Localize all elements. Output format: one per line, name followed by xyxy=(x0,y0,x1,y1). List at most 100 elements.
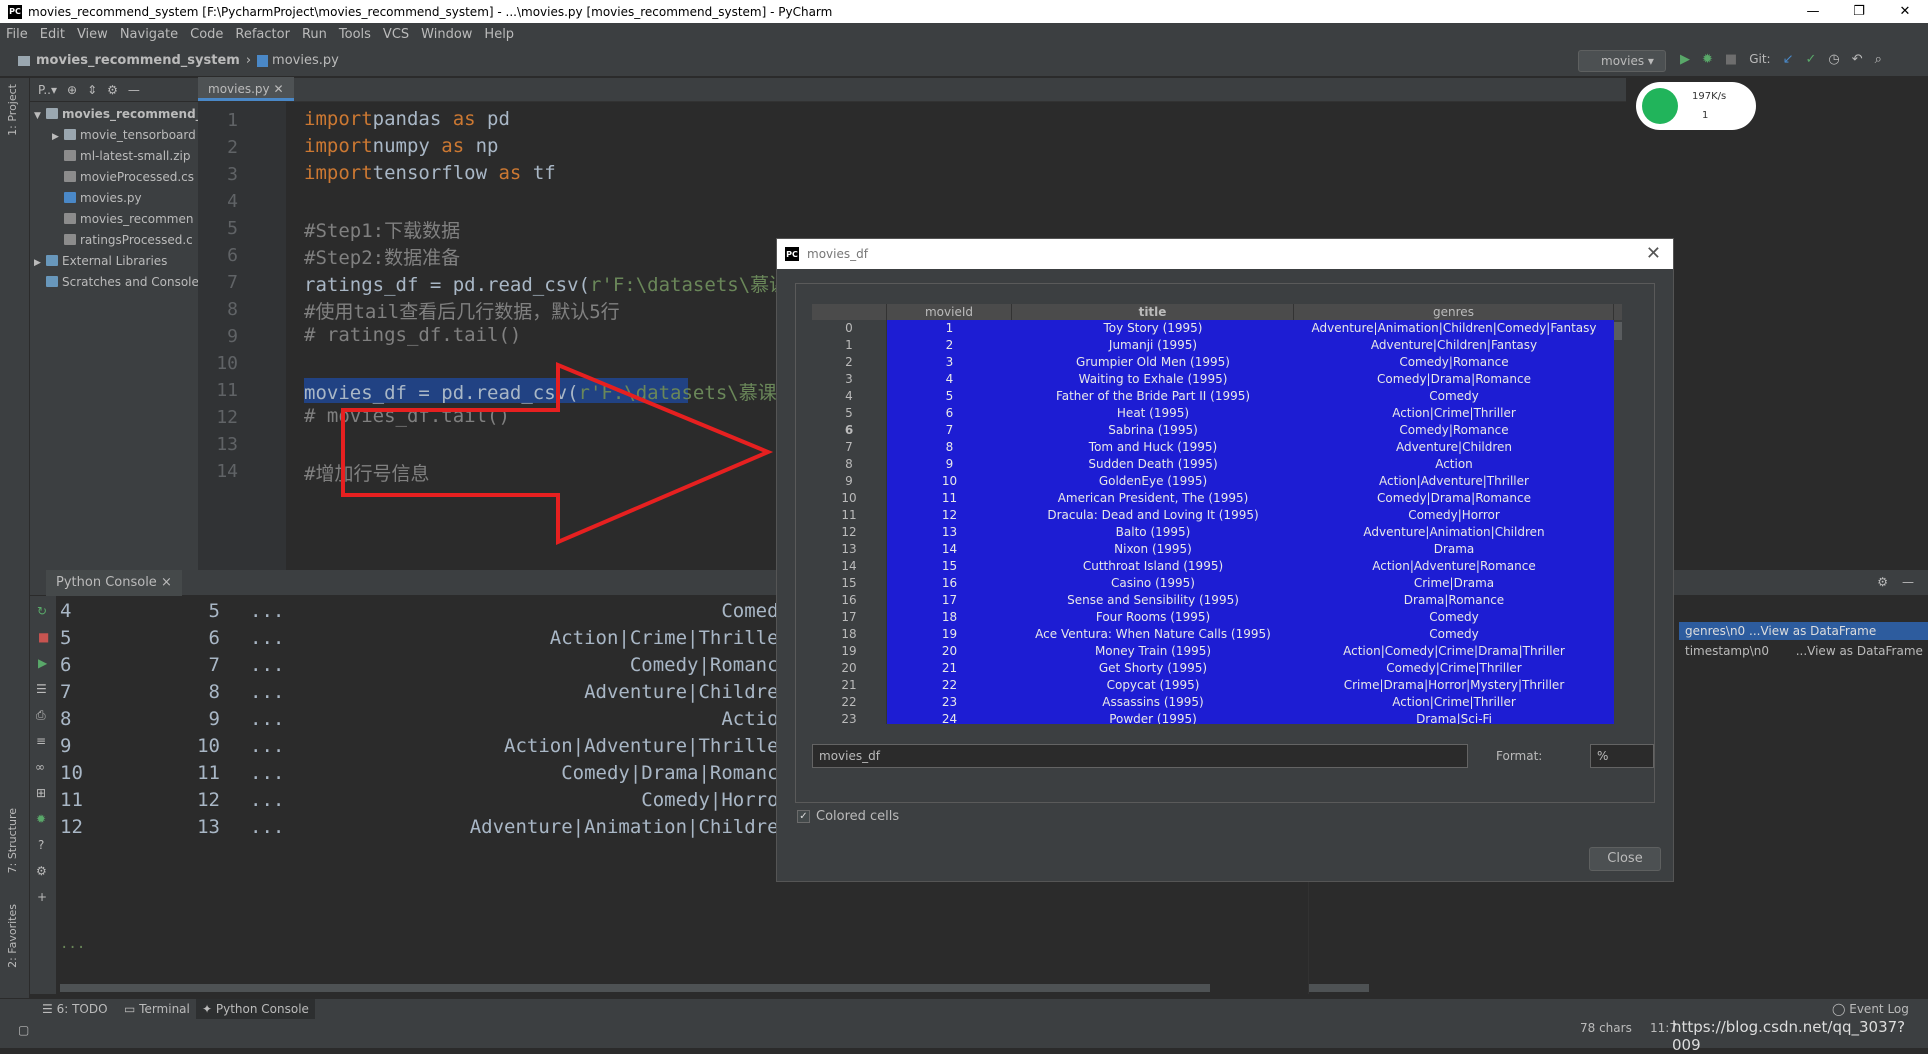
cell-title[interactable]: Get Shorty (1995) xyxy=(1012,660,1294,677)
table-row[interactable]: 16 17 Sense and Sensibility (1995) Drama|Ro… xyxy=(812,592,1622,609)
tree-item[interactable]: movies.py xyxy=(30,188,198,209)
menu-file[interactable]: File xyxy=(6,27,28,42)
table-row[interactable]: 1 2 Jumanji (1995) Adventure|Children|Fanta… xyxy=(812,337,1622,354)
cell-movieid[interactable]: 18 xyxy=(887,609,1012,626)
table-row[interactable]: 10 11 American President, The (1995) Comedy… xyxy=(812,490,1622,507)
table-row[interactable]: 22 23 Assassins (1995) Action|Crime|Thrille… xyxy=(812,694,1622,711)
close-window-icon[interactable]: ✕ xyxy=(1882,0,1928,23)
tree-item[interactable]: Scratches and Console xyxy=(30,272,198,293)
chevron-down-icon[interactable]: ▼ xyxy=(34,106,46,125)
close-icon[interactable]: ✕ xyxy=(1646,243,1661,264)
soft-wrap-icon[interactable]: ≡ xyxy=(36,734,46,748)
cell-genres[interactable]: Comedy xyxy=(1294,609,1614,626)
tab-python-console[interactable]: Python Console × xyxy=(46,570,182,596)
cell-title[interactable]: Copycat (1995) xyxy=(1012,677,1294,694)
git-update-icon[interactable]: ↙ xyxy=(1783,52,1794,67)
settings-icon[interactable]: ⚙ xyxy=(36,864,47,878)
cell-title[interactable]: Father of the Bride Part II (1995) xyxy=(1012,388,1294,405)
structure-tool-tab[interactable]: 7: Structure xyxy=(6,808,19,873)
menu-navigate[interactable]: Navigate xyxy=(120,27,178,42)
favorites-tool-tab[interactable]: 2: Favorites xyxy=(6,904,19,968)
editor-tab-movies-py[interactable]: movies.py ✕ xyxy=(198,77,294,101)
table-row[interactable]: 14 15 Cutthroat Island (1995) Action|Advent… xyxy=(812,558,1622,575)
cell-movieid[interactable]: 21 xyxy=(887,660,1012,677)
cell-title[interactable]: Cutthroat Island (1995) xyxy=(1012,558,1294,575)
run-icon[interactable]: ▶ xyxy=(1680,52,1690,67)
git-history-icon[interactable]: ◷ xyxy=(1828,52,1839,67)
cell-title[interactable]: Assassins (1995) xyxy=(1012,694,1294,711)
table-row[interactable]: 4 5 Father of the Bride Part II (1995) Come… xyxy=(812,388,1622,405)
stop-icon[interactable]: ■ xyxy=(38,630,49,644)
git-revert-icon[interactable]: ↶ xyxy=(1852,52,1863,67)
dataframe-table[interactable]: movieId title genres 0 1 Toy Story (1995) A… xyxy=(812,304,1622,724)
cell-movieid[interactable]: 8 xyxy=(887,439,1012,456)
code-line[interactable]: ratings_df = pd.read_csv(r'F:\datasets\慕… xyxy=(304,270,788,297)
table-row[interactable]: 3 4 Waiting to Exhale (1995) Comedy|Drama|R… xyxy=(812,371,1622,388)
menu-code[interactable]: Code xyxy=(190,27,223,42)
table-row[interactable]: 20 21 Get Shorty (1995) Comedy|Crime|Thrill… xyxy=(812,660,1622,677)
column-header-movieid[interactable]: movieId xyxy=(887,304,1012,320)
table-row[interactable]: 6 7 Sabrina (1995) Comedy|Romance xyxy=(812,422,1622,439)
table-row[interactable]: 23 24 Powder (1995) Drama|Sci-Fi xyxy=(812,711,1622,724)
cell-movieid[interactable]: 7 xyxy=(887,422,1012,439)
code-line[interactable]: #Step2:数据准备 xyxy=(304,243,460,270)
cell-movieid[interactable]: 19 xyxy=(887,626,1012,643)
table-row[interactable]: 11 12 Dracula: Dead and Loving It (1995) Co… xyxy=(812,507,1622,524)
cell-title[interactable]: Balto (1995) xyxy=(1012,524,1294,541)
table-row[interactable]: 12 13 Balto (1995) Adventure|Animation|Chil… xyxy=(812,524,1622,541)
restore-icon[interactable]: ❐ xyxy=(1836,0,1882,23)
tree-item[interactable]: ratingsProcessed.c xyxy=(30,230,198,251)
cell-movieid[interactable]: 4 xyxy=(887,371,1012,388)
table-vscroll[interactable] xyxy=(1614,320,1622,724)
variable-row-genres[interactable]: genres\n0 ...View as DataFrame xyxy=(1679,622,1928,640)
cell-title[interactable]: Money Train (1995) xyxy=(1012,643,1294,660)
cell-genres[interactable]: Comedy|Romance xyxy=(1294,422,1614,439)
menu-run[interactable]: Run xyxy=(302,27,327,42)
code-line[interactable]: importnumpy as np xyxy=(304,135,499,157)
execute-icon[interactable]: ▶ xyxy=(38,656,47,670)
breadcrumb-project[interactable]: movies_recommend_system xyxy=(36,53,240,68)
event-log-button[interactable]: ◯ Event Log xyxy=(1826,999,1915,1019)
cell-title[interactable]: American President, The (1995) xyxy=(1012,490,1294,507)
tab-terminal[interactable]: ▭ Terminal xyxy=(118,999,196,1019)
cell-genres[interactable]: Comedy|Romance xyxy=(1294,354,1614,371)
cell-movieid[interactable]: 15 xyxy=(887,558,1012,575)
table-row[interactable]: 0 1 Toy Story (1995) Adventure|Animation|Ch… xyxy=(812,320,1622,337)
close-button[interactable]: Close xyxy=(1589,847,1661,871)
code-line[interactable]: #Step1:下载数据 xyxy=(304,216,460,243)
help-icon[interactable]: ? xyxy=(38,838,44,852)
cell-movieid[interactable]: 20 xyxy=(887,643,1012,660)
tab-todo[interactable]: ☰ 6: TODO xyxy=(36,999,114,1019)
cell-genres[interactable]: Adventure|Children xyxy=(1294,439,1614,456)
cell-movieid[interactable]: 13 xyxy=(887,524,1012,541)
column-header-genres[interactable]: genres xyxy=(1294,304,1614,320)
table-row[interactable]: 9 10 GoldenEye (1995) Action|Adventure|Thri… xyxy=(812,473,1622,490)
menu-edit[interactable]: Edit xyxy=(40,27,65,42)
menu-refactor[interactable]: Refactor xyxy=(235,27,290,42)
code-line[interactable]: # ratings_df.tail() xyxy=(304,324,521,346)
table-row[interactable]: 13 14 Nixon (1995) Drama xyxy=(812,541,1622,558)
cell-genres[interactable]: Drama|Romance xyxy=(1294,592,1614,609)
cell-genres[interactable]: Comedy xyxy=(1294,388,1614,405)
collapse-icon[interactable]: ⇕ xyxy=(87,83,97,97)
table-row[interactable]: 17 18 Four Rooms (1995) Comedy xyxy=(812,609,1622,626)
cell-title[interactable]: Nixon (1995) xyxy=(1012,541,1294,558)
cell-title[interactable]: Dracula: Dead and Loving It (1995) xyxy=(1012,507,1294,524)
cell-genres[interactable]: Comedy|Drama|Romance xyxy=(1294,490,1614,507)
variable-row-timestamp[interactable]: timestamp\n0 ...View as DataFrame xyxy=(1679,642,1928,660)
cell-movieid[interactable]: 14 xyxy=(887,541,1012,558)
cell-title[interactable]: Tom and Huck (1995) xyxy=(1012,439,1294,456)
table-row[interactable]: 15 16 Casino (1995) Crime|Drama xyxy=(812,575,1622,592)
cell-genres[interactable]: Comedy|Horror xyxy=(1294,507,1614,524)
expression-input[interactable]: movies_df xyxy=(812,744,1468,768)
tree-item[interactable]: ▶ movie_tensorboard xyxy=(30,125,198,146)
chevron-right-icon[interactable]: ▶ xyxy=(52,127,64,146)
cell-movieid[interactable]: 12 xyxy=(887,507,1012,524)
cell-genres[interactable]: Crime|Drama|Horror|Mystery|Thriller xyxy=(1294,677,1614,694)
tree-item[interactable]: ▶ External Libraries xyxy=(30,251,198,272)
tab-python-console-bottom[interactable]: ✦ Python Console xyxy=(196,999,315,1019)
cell-title[interactable]: GoldenEye (1995) xyxy=(1012,473,1294,490)
tree-item[interactable]: movies_recommen xyxy=(30,209,198,230)
cell-movieid[interactable]: 6 xyxy=(887,405,1012,422)
minimize-panel-icon[interactable]: — xyxy=(1902,575,1914,589)
